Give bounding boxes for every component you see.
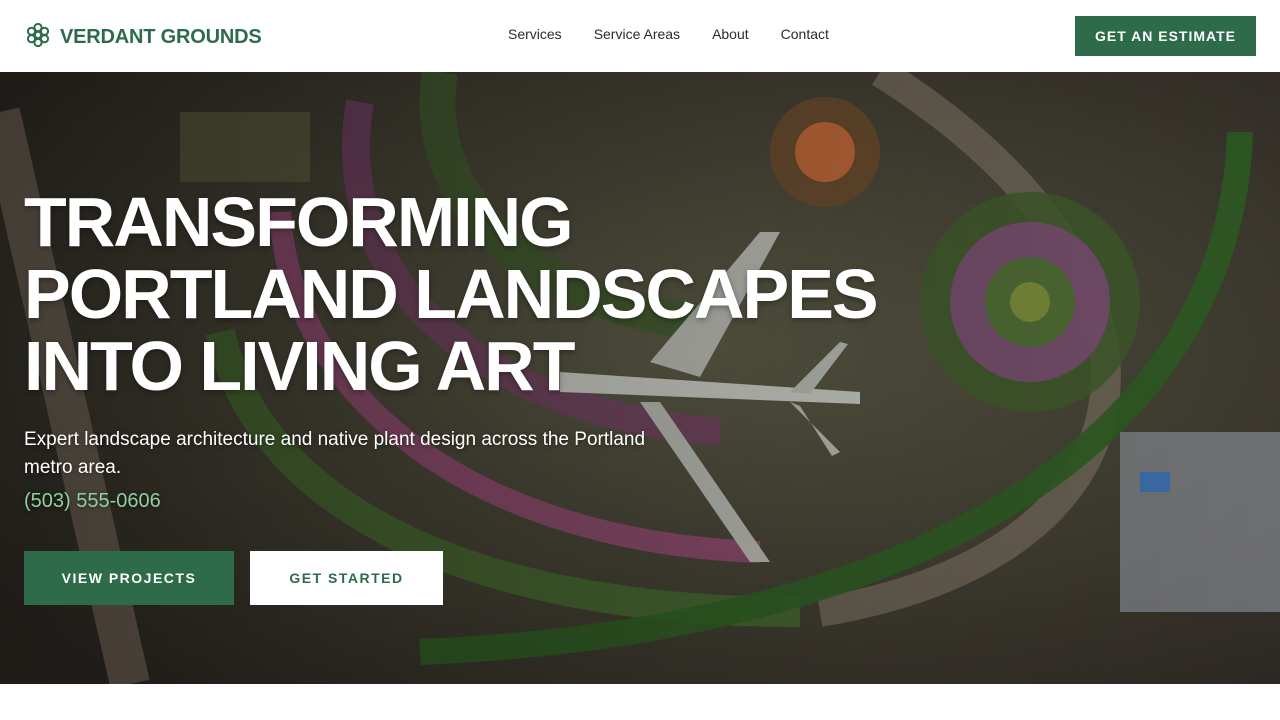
phone-link[interactable]: (503) 555-0606 (24, 490, 161, 513)
hero-subtitle: Expert landscape architecture and native… (24, 429, 646, 478)
nav-about[interactable]: About (712, 26, 749, 42)
get-started-button[interactable]: GET STARTED (250, 551, 443, 605)
brand-name: VERDANT GROUNDS (60, 26, 262, 48)
brand-logo[interactable]: VERDANT GROUNDS (26, 22, 262, 53)
main-nav: Services Service Areas About Contact (508, 26, 829, 42)
view-projects-button[interactable]: VIEW PROJECTS (24, 551, 234, 605)
hero-headline: TRANSFORMING PORTLAND LANDSCAPES INTO LI… (24, 183, 879, 405)
nav-services[interactable]: Services (508, 26, 562, 42)
headline-line-2: PORTLAND LANDSCAPES (24, 255, 879, 333)
site-header: VERDANT GROUNDS Services Service Areas A… (0, 0, 1280, 72)
get-estimate-button[interactable]: GET AN ESTIMATE (1075, 16, 1256, 56)
hero-section: TRANSFORMING PORTLAND LANDSCAPES INTO LI… (0, 72, 1280, 684)
nav-service-areas[interactable]: Service Areas (594, 26, 680, 42)
flower-icon (26, 22, 50, 53)
nav-contact[interactable]: Contact (781, 26, 829, 42)
below-hero-section (0, 684, 1280, 720)
headline-line-3: INTO LIVING ART (24, 327, 575, 405)
headline-line-1: TRANSFORMING (24, 183, 574, 261)
